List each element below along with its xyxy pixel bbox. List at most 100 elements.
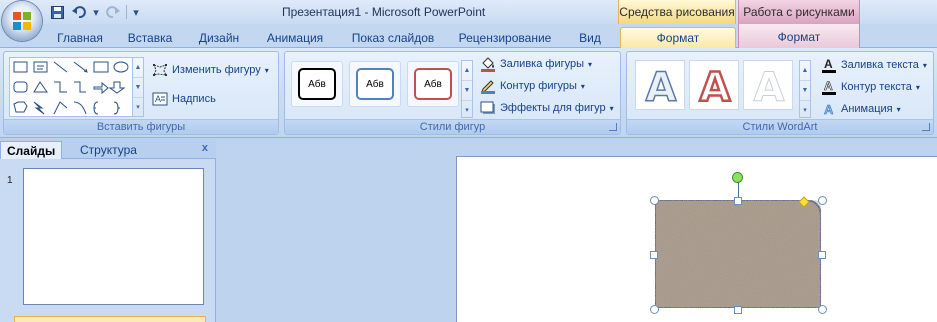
gallery-scroll-up-icon[interactable]: ▲ xyxy=(462,61,472,81)
tab-slideshow[interactable]: Показ слайдов xyxy=(344,28,442,48)
slide-canvas[interactable] xyxy=(456,156,937,322)
shape-style-black[interactable]: Абв xyxy=(291,61,343,107)
wordart-sample-outline: A xyxy=(645,64,678,112)
rotation-handle[interactable] xyxy=(732,172,743,183)
shape-outline-button[interactable]: Контур фигуры ▾ xyxy=(480,77,585,95)
shape-effects-icon xyxy=(480,101,495,114)
svg-text:A: A xyxy=(824,57,833,71)
shapes-gallery-icons xyxy=(13,61,129,115)
shapes-gallery[interactable]: ▲ ▼ ▾ xyxy=(9,57,144,117)
edit-shape-icon xyxy=(153,64,167,76)
dialog-launcher-icon[interactable] xyxy=(609,123,617,131)
svg-text:A: A xyxy=(700,65,731,111)
wordart-style-red[interactable]: A xyxy=(689,60,739,113)
shape-style-sample: Абв xyxy=(298,68,336,100)
gallery-scroll-up-icon[interactable]: ▲ xyxy=(133,58,143,78)
undo-icon[interactable] xyxy=(70,4,88,20)
text-effects-icon: A xyxy=(824,102,835,117)
slide-thumbnail-next[interactable] xyxy=(14,316,206,322)
tab-outline[interactable]: Структура xyxy=(74,141,143,159)
chevron-down-icon: ▾ xyxy=(588,59,593,69)
slide-number: 1 xyxy=(7,175,13,186)
customize-qat-icon[interactable]: ▾ xyxy=(131,4,141,20)
resize-handle-left[interactable] xyxy=(650,251,658,259)
svg-text:A: A xyxy=(646,65,677,111)
wordart-style-outline[interactable]: A xyxy=(635,60,685,112)
office-button[interactable] xyxy=(2,1,42,41)
chevron-down-icon: ▾ xyxy=(264,65,269,75)
save-icon[interactable] xyxy=(48,4,66,20)
shape-style-sample: Абв xyxy=(356,68,394,100)
gallery-more-icon[interactable]: ▾ xyxy=(462,101,472,121)
edit-shape-button[interactable]: Изменить фигуру ▾ xyxy=(152,61,269,79)
shape-style-red[interactable]: Абв xyxy=(407,61,459,107)
slides-pane-tabs: Слайды Структура x xyxy=(0,139,216,159)
resize-handle-right[interactable] xyxy=(818,251,826,259)
group-label-wordart: Стили WordArt xyxy=(627,119,933,134)
gallery-scroll-down-icon[interactable]: ▼ xyxy=(800,81,810,101)
tab-animation[interactable]: Анимация xyxy=(258,28,332,48)
text-fill-label: Заливка текста xyxy=(841,59,919,71)
tab-slides[interactable]: Слайды xyxy=(0,141,63,159)
tab-format-drawing[interactable]: Формат xyxy=(620,27,736,49)
qat-separator xyxy=(126,5,127,19)
ribbon: ▲ ▼ ▾ Изменить фигуру ▾ A Надпись Встави… xyxy=(0,48,937,138)
office-logo-icon xyxy=(13,12,31,30)
tab-view[interactable]: Вид xyxy=(570,28,610,48)
tab-home[interactable]: Главная xyxy=(52,28,108,48)
shape-style-sample: Абв xyxy=(414,68,452,100)
slide-thumbnail[interactable] xyxy=(23,168,204,305)
group-shape-styles: Абв Абв Абв ▲ ▼ ▾ Заливка фигуры ▾ Конту… xyxy=(284,51,621,135)
context-tab-picture-tools: Работа с рисунками xyxy=(738,0,860,24)
shape-styles-scrollbar[interactable]: ▲ ▼ ▾ xyxy=(461,60,473,118)
selected-shape[interactable] xyxy=(654,199,822,309)
text-animation-button[interactable]: A Анимация ▾ xyxy=(821,100,901,118)
wordart-sample-red: A xyxy=(698,64,732,113)
svg-text:A: A xyxy=(824,79,833,93)
chevron-down-icon: ▾ xyxy=(609,103,614,113)
shape-effects-label: Эффекты для фигур xyxy=(500,102,606,114)
shape-effects-button[interactable]: Эффекты для фигур ▾ xyxy=(480,99,614,117)
svg-text:A: A xyxy=(155,94,161,104)
resize-handle-bottom-left[interactable] xyxy=(650,305,659,314)
tab-format-picture[interactable]: Формат xyxy=(738,24,860,48)
text-fill-button[interactable]: A Заливка текста ▾ xyxy=(821,56,927,74)
shape-fill-button[interactable]: Заливка фигуры ▾ xyxy=(480,55,592,73)
text-outline-button[interactable]: A Контур текста ▾ xyxy=(821,78,920,96)
group-wordart-styles: A A A ▲ ▼ ▾ A Заливка текста ▾ A Контур … xyxy=(626,51,934,135)
textbox-button[interactable]: A Надпись xyxy=(152,90,216,108)
resize-handle-top-right[interactable] xyxy=(818,196,827,205)
chevron-down-icon: ▾ xyxy=(915,82,920,92)
resize-handle-bottom-right[interactable] xyxy=(818,305,827,314)
tab-insert[interactable]: Вставка xyxy=(118,28,182,48)
group-label-shape-styles: Стили фигур xyxy=(285,119,620,134)
tab-review[interactable]: Рецензирование xyxy=(452,28,558,48)
gallery-scroll-down-icon[interactable]: ▼ xyxy=(462,81,472,101)
chevron-down-icon: ▾ xyxy=(896,104,901,114)
shape-style-blue[interactable]: Абв xyxy=(349,61,401,107)
redo-icon[interactable] xyxy=(104,4,122,20)
resize-handle-bottom[interactable] xyxy=(734,306,742,314)
gallery-more-icon[interactable]: ▾ xyxy=(133,98,143,118)
group-label-insert-shapes: Вставить фигуры xyxy=(4,119,278,134)
dialog-launcher-icon[interactable] xyxy=(922,123,930,131)
resize-handle-top[interactable] xyxy=(734,197,742,205)
svg-text:A: A xyxy=(754,65,785,111)
chevron-down-icon: ▾ xyxy=(580,81,585,91)
tab-design[interactable]: Дизайн xyxy=(190,28,248,48)
text-outline-icon: A xyxy=(822,79,836,95)
gallery-scroll-up-icon[interactable]: ▲ xyxy=(800,61,810,81)
resize-handle-top-left[interactable] xyxy=(650,196,659,205)
gallery-more-icon[interactable]: ▾ xyxy=(800,101,810,121)
text-animation-label: Анимация xyxy=(841,103,893,115)
ribbon-tab-bar: Главная Вставка Дизайн Анимация Показ сл… xyxy=(0,24,937,49)
chevron-down-icon: ▾ xyxy=(922,60,927,70)
shapes-gallery-scrollbar[interactable]: ▲ ▼ ▾ xyxy=(132,57,144,117)
gallery-scroll-down-icon[interactable]: ▼ xyxy=(133,78,143,98)
wordart-style-white[interactable]: A xyxy=(743,60,793,112)
undo-dropdown-icon[interactable]: ▾ xyxy=(92,4,100,20)
close-icon[interactable]: x xyxy=(202,142,208,154)
title-bar: ▾ ▾ Презентация1 - Microsoft PowerPoint … xyxy=(0,0,937,24)
paint-bucket-icon xyxy=(481,57,495,72)
wordart-scrollbar[interactable]: ▲ ▼ ▾ xyxy=(799,60,811,118)
